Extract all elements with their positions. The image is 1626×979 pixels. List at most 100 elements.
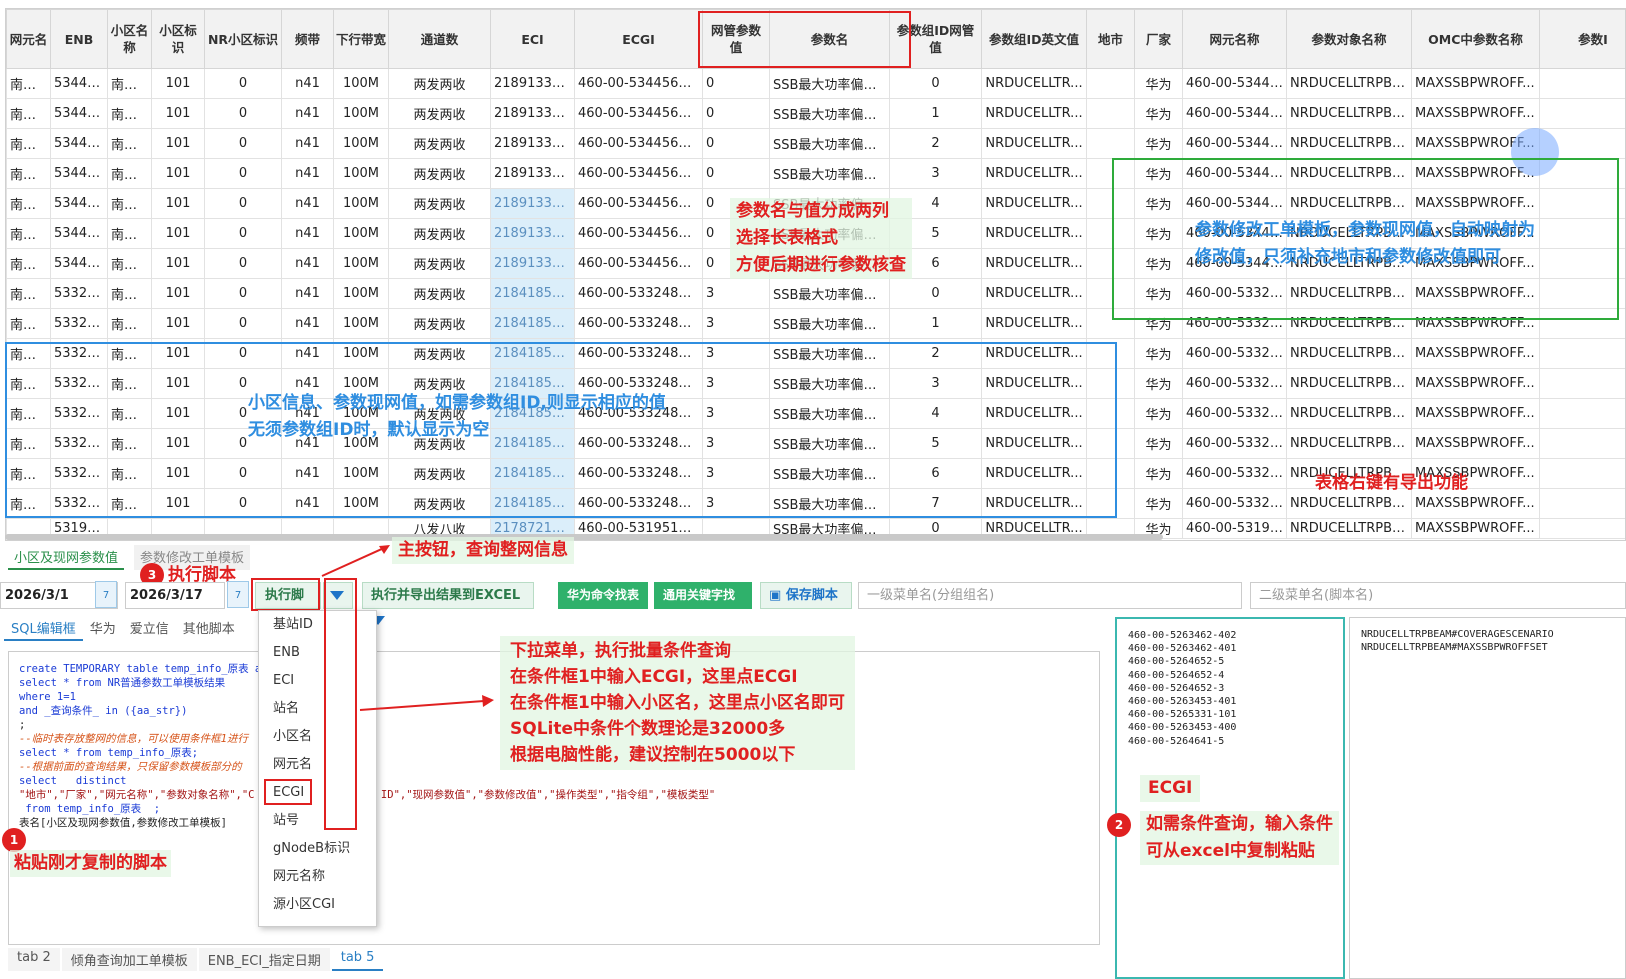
table-cell bbox=[1539, 278, 1625, 309]
query-condition-dropdown[interactable]: 基站ID ENB ECI 站名 小区名 网元名 ECGI 站号 gNodeB标识 网元名称 源小区C… bbox=[258, 610, 377, 927]
cell-info-note: 小区信息、参数现网值，如需参数组ID,则显示相应的值 无须参数组ID时，默认显示… bbox=[248, 393, 666, 440]
keyword-find-button[interactable]: 通用关键字找表 bbox=[654, 582, 752, 627]
column-header[interactable]: 网元名 bbox=[6, 9, 51, 69]
column-header[interactable]: 小区标识 bbox=[151, 9, 205, 69]
table-cell: 4 bbox=[889, 398, 982, 429]
save-script-button[interactable]: ▣ 保存脚本 bbox=[760, 582, 852, 609]
tab-enb-eci-date[interactable]: ENB_ECI_指定日期 bbox=[198, 948, 330, 971]
column-header[interactable]: 参数I bbox=[1539, 9, 1625, 69]
menu2-input[interactable]: 二级菜单名(脚本名) bbox=[1250, 582, 1626, 609]
table-cell: 101 bbox=[151, 488, 205, 519]
horizontal-scrollbar[interactable] bbox=[5, 534, 1163, 540]
table-cell: 0 bbox=[204, 218, 282, 249]
calendar-end-icon[interactable]: 7 bbox=[227, 581, 249, 608]
tab-huawei[interactable]: 华为 bbox=[83, 616, 123, 641]
condition-line: 460-00-5264652-4 bbox=[1128, 669, 1225, 681]
table-cell: 53324... bbox=[50, 308, 108, 339]
huawei-cmd-find-button[interactable]: 华为命令找表 bbox=[558, 582, 648, 609]
menu1-input[interactable]: 一级菜单名(分组组名) bbox=[858, 582, 1242, 609]
dropdown-item[interactable]: 基站ID bbox=[259, 611, 376, 639]
table-cell: n41 bbox=[281, 188, 334, 219]
table-cell: 2 bbox=[889, 338, 982, 369]
table-cell: 3 bbox=[702, 398, 770, 429]
column-header[interactable]: 频带 bbox=[281, 9, 334, 69]
table-cell: NRDUCELLTRPBE... bbox=[1286, 368, 1412, 399]
table-cell bbox=[1086, 188, 1135, 219]
dropdown-item[interactable]: 小区名 bbox=[259, 723, 376, 751]
condition-note: 如需条件查询，输入条件 可从excel中复制粘贴 bbox=[1140, 811, 1339, 865]
column-header[interactable]: OMC中参数名称 bbox=[1411, 9, 1540, 69]
column-header[interactable]: 参数组ID网管值 bbox=[889, 9, 982, 69]
column-header[interactable]: ECGI bbox=[574, 9, 703, 69]
date-end-field[interactable]: 2026/3/17 bbox=[125, 582, 225, 609]
table-cell: 华为 bbox=[1134, 428, 1183, 459]
table-cell: 53445... bbox=[50, 128, 108, 159]
run-export-excel-button[interactable]: 执行并导出结果到EXCEL bbox=[362, 582, 534, 625]
column-header[interactable]: 参数对象名称 bbox=[1286, 9, 1412, 69]
dropdown-item[interactable]: ECI bbox=[259, 667, 376, 695]
table-cell: 100M bbox=[333, 278, 389, 309]
column-header[interactable]: 网元名称 bbox=[1182, 9, 1287, 69]
dropdown-item[interactable]: 站名 bbox=[259, 695, 376, 723]
main-button-note: 主按钮，查询整网信息 bbox=[392, 537, 574, 564]
column-header[interactable]: 参数组ID英文值 bbox=[981, 9, 1087, 69]
column-header[interactable]: 小区名称 bbox=[107, 9, 152, 69]
table-cell: 0 bbox=[702, 158, 770, 189]
dropdown-item[interactable]: gNodeB标识 bbox=[259, 835, 376, 863]
table-row[interactable]: 南阳... 53445... 南阳... 101 0 n41 100M 两发两收 2189133… bbox=[6, 98, 1625, 129]
table-row[interactable]: 南阳... 53445... 南阳... 101 0 n41 100M 两发两收 2189133… bbox=[6, 128, 1625, 159]
dropdown-item[interactable]: ENB bbox=[259, 639, 376, 667]
table-cell: 两发两收 bbox=[388, 338, 491, 369]
table-cell: MAXSSBPWROFF... bbox=[1411, 518, 1540, 539]
table-cell: 460-00-53445... bbox=[1182, 68, 1287, 99]
table-cell: 南阳... bbox=[6, 158, 51, 189]
table-row[interactable]: 南阳... 53324... 南阳... 101 0 n41 100M 两发两收 2184185… bbox=[6, 278, 1625, 309]
table-row[interactable]: 南阳... 53324... 南阳... 101 0 n41 100M 两发两收 2184185… bbox=[6, 338, 1625, 369]
table-cell: 华为 bbox=[1134, 338, 1183, 369]
column-header[interactable]: ENB bbox=[50, 9, 108, 69]
calendar-start-icon[interactable]: 7 bbox=[95, 581, 117, 608]
dropdown-item[interactable]: 源小区CGI bbox=[259, 891, 376, 919]
tab-sql-editor[interactable]: SQL编辑框 bbox=[4, 616, 83, 641]
column-header[interactable]: 厂家 bbox=[1134, 9, 1183, 69]
table-row[interactable]: 南阳... 53324... 南阳... 101 0 n41 100M 两发两收 2184185… bbox=[6, 308, 1625, 339]
column-header[interactable]: ECI bbox=[490, 9, 575, 69]
table-cell: 南阳... bbox=[107, 278, 152, 309]
tab-5[interactable]: tab 5 bbox=[331, 948, 384, 971]
tab-other-scripts[interactable]: 其他脚本 bbox=[176, 616, 242, 641]
column-header[interactable]: 通道数 bbox=[388, 9, 491, 69]
column-header[interactable]: 下行带宽 bbox=[333, 9, 389, 69]
tab-ericsson[interactable]: 爱立信 bbox=[123, 616, 176, 641]
dropdown-item[interactable]: 网元名称 bbox=[259, 863, 376, 891]
condition-box-2[interactable]: NRDUCELLTRPBEAM#COVERAGESCENARIO NRDUCELL… bbox=[1349, 617, 1626, 979]
column-header[interactable]: 网管参数值 bbox=[702, 9, 770, 69]
table-cell: 101 bbox=[151, 188, 205, 219]
tab-cell-params[interactable]: 小区及现网参数值 bbox=[8, 545, 125, 570]
table-cell: 南阳... bbox=[6, 218, 51, 249]
table-cell: NRDUCELLTRPBE... bbox=[1286, 338, 1412, 369]
table-cell: 101 bbox=[151, 398, 205, 429]
table-cell: 南阳... bbox=[107, 248, 152, 279]
table-cell: SSB最大功率偏置... bbox=[769, 488, 890, 519]
table-cell: 南阳... bbox=[6, 428, 51, 459]
table-cell: 南阳... bbox=[107, 188, 152, 219]
dropdown-item[interactable]: 网元名 bbox=[259, 751, 376, 779]
table-cell: NRDUCELLTR... bbox=[981, 98, 1087, 129]
run-script-button[interactable]: 执行脚本 bbox=[255, 582, 321, 628]
table-cell: 101 bbox=[151, 98, 205, 129]
tab-tilt-query[interactable]: 倾角查询加工单模板 bbox=[61, 948, 197, 971]
run-dropdown-button[interactable] bbox=[323, 582, 353, 609]
tab-2[interactable]: tab 2 bbox=[8, 948, 60, 971]
column-header[interactable]: 参数名 bbox=[769, 9, 890, 69]
table-cell: 460-00-53324... bbox=[1182, 488, 1287, 519]
table-row[interactable]: 南阳... 53445... 南阳... 101 0 n41 100M 两发两收 2189133… bbox=[6, 68, 1625, 99]
column-header[interactable]: NR小区标识 bbox=[204, 9, 282, 69]
table-row[interactable]: 南阳... 53445... 南阳... 101 0 n41 100M 两发两收 2189133… bbox=[6, 158, 1625, 189]
dropdown-item[interactable]: ECGI bbox=[259, 779, 376, 807]
table-cell: 53324... bbox=[50, 488, 108, 519]
dropdown-item[interactable]: 站号 bbox=[259, 807, 376, 835]
table-cell: 460-00-5344565-... bbox=[574, 188, 703, 219]
table-cell bbox=[1086, 128, 1135, 159]
table-cell: SSB最大功率偏置... bbox=[769, 68, 890, 99]
column-header[interactable]: 地市 bbox=[1086, 9, 1135, 69]
